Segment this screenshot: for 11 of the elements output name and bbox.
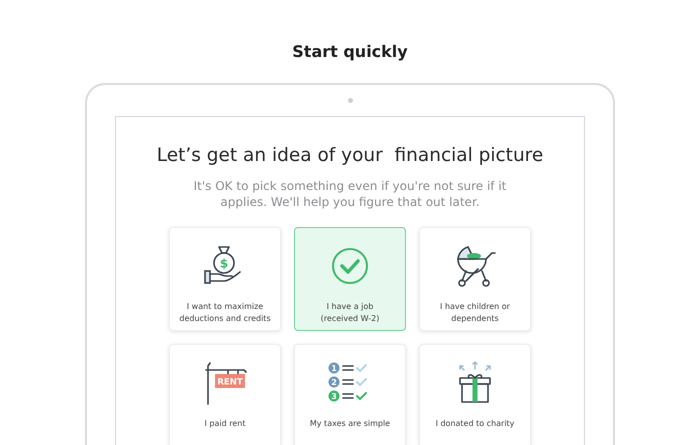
option-card[interactable]: $ I want to maximize deductions and credits — [169, 227, 281, 331]
option-card[interactable]: RENT I paid rent — [169, 344, 281, 445]
option-card[interactable]: I donated to charity — [419, 344, 531, 445]
option-card[interactable]: I have a job (received W-2) — [294, 227, 406, 331]
option-card[interactable]: 1 2 3 My taxes are simple — [294, 344, 406, 445]
screen-title: Let’s get an idea of your financial picture — [156, 145, 544, 166]
screen-subtitle: It's OK to pick something even if you're not sure if it applies. We'll help you figure that out later. — [192, 178, 508, 210]
checkmark-circle-icon — [330, 246, 370, 286]
option-card[interactable]: I have children or dependents — [419, 227, 531, 331]
camera-dot — [348, 98, 352, 103]
page-heading: Start quickly — [292, 41, 408, 63]
